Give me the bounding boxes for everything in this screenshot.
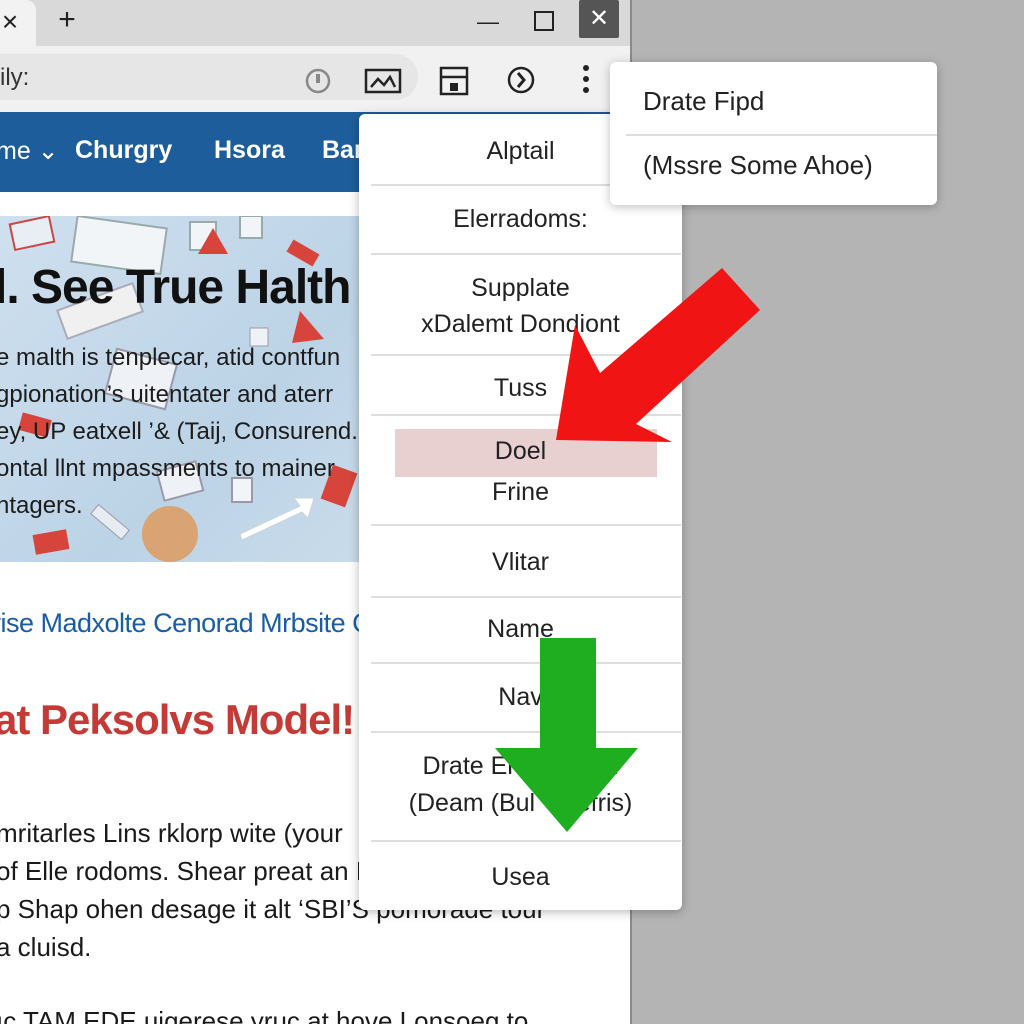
submenu: Drate Fipd (Mssre Some Ahoe) bbox=[610, 62, 937, 205]
body-text-line: mritarles Lins rklorp wite (your bbox=[0, 818, 343, 848]
close-window-button[interactable]: ✕ bbox=[579, 0, 619, 38]
browser-toolbar: ily: bbox=[0, 46, 630, 112]
save-page-icon[interactable] bbox=[437, 64, 471, 98]
submenu-item[interactable]: Drate Fipd bbox=[643, 86, 764, 117]
maximize-icon bbox=[534, 11, 554, 31]
menu-separator bbox=[371, 662, 681, 664]
nav-item-home[interactable]: me ⌄ bbox=[0, 136, 59, 166]
minimize-button[interactable]: — bbox=[472, 6, 504, 38]
body-text-line: of Elle rodoms. Shear preat an E bbox=[0, 856, 374, 886]
nav-item-hsora[interactable]: Hsora bbox=[214, 136, 285, 165]
body-text-line: ıc TAM EDE uigerese yruc at hove Lonsoeg… bbox=[0, 1006, 529, 1024]
hero-line: ey, UP eatxell ’& (Taij, Consurend. bbox=[0, 418, 358, 445]
hero-line: gpionation’s uitentater and aterr bbox=[0, 381, 334, 408]
menu-separator bbox=[371, 840, 681, 842]
tab-close-icon[interactable]: × bbox=[0, 4, 20, 40]
record-icon[interactable] bbox=[303, 66, 333, 96]
menu-item[interactable]: Elerradoms: bbox=[359, 201, 682, 237]
menu-item[interactable]: Drate Ente dd bbox=[359, 748, 682, 784]
menu-item[interactable]: Name bbox=[359, 611, 682, 647]
menu-separator bbox=[371, 524, 681, 526]
menu-separator bbox=[371, 596, 681, 598]
submenu-item[interactable]: (Mssre Some Ahoe) bbox=[643, 150, 873, 181]
context-menu: Alptail Elerradoms: Supplate xDalemt Don… bbox=[359, 114, 682, 910]
menu-item[interactable]: Nav bbox=[359, 679, 682, 715]
maximize-button[interactable] bbox=[530, 7, 558, 35]
hero-line: ntagers. bbox=[0, 492, 83, 519]
address-text: ily: bbox=[0, 64, 30, 91]
menu-item[interactable]: (Deam (Bul efris) bbox=[359, 785, 682, 821]
address-bar[interactable]: ily: bbox=[0, 54, 418, 100]
section-heading: at Peksolvs Model! bbox=[0, 696, 355, 743]
kebab-menu-icon[interactable] bbox=[576, 62, 596, 96]
menu-item[interactable]: Frine bbox=[359, 474, 682, 510]
nav-item-churgry[interactable]: Churgry bbox=[75, 136, 172, 165]
hero-line: ontal llnt mpassments to mainer bbox=[0, 455, 335, 482]
menu-separator bbox=[371, 354, 681, 356]
menu-separator bbox=[371, 253, 681, 255]
hero-line: e malth is tenplecar, atid contfun bbox=[0, 344, 341, 371]
menu-separator bbox=[371, 731, 681, 733]
article-link[interactable]: rise Madxolte Cenorad Mrbsite Copp bbox=[0, 608, 415, 639]
menu-item[interactable]: Vlitar bbox=[359, 544, 682, 580]
menu-item[interactable]: xDalemt Dondiont bbox=[359, 306, 682, 342]
title-bar: × + — ✕ bbox=[0, 0, 630, 46]
menu-item[interactable]: Supplate bbox=[359, 270, 682, 306]
menu-item[interactable]: Tuss bbox=[359, 370, 682, 406]
hero-title: l. See True Halth a bbox=[0, 261, 389, 314]
nav-item-bar[interactable]: Bar bbox=[322, 136, 364, 165]
body-text-line: a cluisd. bbox=[0, 932, 92, 962]
extension-icon[interactable] bbox=[505, 64, 537, 96]
menu-separator bbox=[371, 414, 681, 416]
submenu-separator bbox=[626, 134, 937, 136]
menu-item[interactable]: Usea bbox=[359, 859, 682, 895]
pip-icon[interactable] bbox=[364, 66, 402, 96]
new-tab-button[interactable]: + bbox=[50, 2, 84, 38]
menu-item-selected[interactable]: Doel bbox=[359, 433, 682, 469]
